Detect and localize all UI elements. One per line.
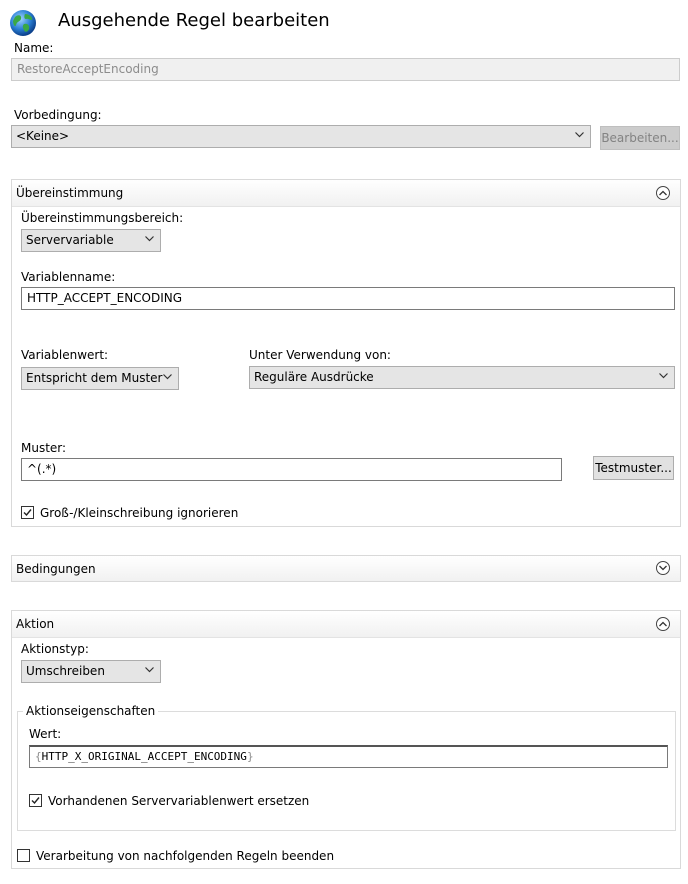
variable-value-select[interactable]: Entspricht dem Muster bbox=[21, 367, 179, 390]
action-type-label: Aktionstyp: bbox=[21, 642, 89, 656]
globe-icon bbox=[8, 8, 38, 38]
ignore-case-label: Groß-/Kleinschreibung ignorieren bbox=[40, 506, 239, 520]
variable-name-input[interactable]: HTTP_ACCEPT_ENCODING bbox=[21, 287, 675, 310]
value-text: HTTP_X_ORIGINAL_ACCEPT_ENCODING bbox=[41, 750, 247, 763]
checkmark-icon bbox=[31, 797, 40, 805]
pattern-input[interactable]: ^(.*) bbox=[21, 458, 562, 481]
chevron-down-icon bbox=[163, 374, 172, 380]
using-select-value: Reguläre Ausdrücke bbox=[254, 370, 374, 384]
using-label: Unter Verwendung von: bbox=[249, 348, 391, 362]
conditions-section-header[interactable]: Bedingungen bbox=[12, 556, 680, 581]
chevron-down-icon bbox=[575, 132, 584, 138]
action-section-title: Aktion bbox=[16, 617, 55, 631]
match-scope-select[interactable]: Servervariable bbox=[21, 229, 161, 252]
replace-value-checkbox[interactable] bbox=[29, 794, 42, 807]
variable-value-select-value: Entspricht dem Muster bbox=[26, 371, 163, 385]
collapse-icon[interactable] bbox=[656, 186, 670, 200]
conditions-section-title: Bedingungen bbox=[16, 562, 96, 576]
match-scope-label: Übereinstimmungsbereich: bbox=[21, 211, 184, 225]
ignore-case-checkbox[interactable] bbox=[21, 506, 34, 519]
using-select[interactable]: Reguläre Ausdrücke bbox=[249, 366, 675, 389]
precondition-label: Vorbedingung: bbox=[14, 108, 102, 122]
value-label: Wert: bbox=[29, 727, 62, 741]
stop-processing-label: Verarbeitung von nachfolgenden Regeln be… bbox=[36, 849, 335, 863]
stop-processing-checkbox[interactable] bbox=[17, 849, 30, 862]
expand-icon[interactable] bbox=[656, 561, 670, 575]
precondition-select-value: <Keine> bbox=[16, 129, 70, 143]
page-title: Ausgehende Regel bearbeiten bbox=[58, 10, 330, 31]
value-brace-close: } bbox=[246, 750, 254, 763]
name-label: Name: bbox=[14, 41, 54, 55]
match-scope-value: Servervariable bbox=[26, 233, 114, 247]
action-type-value: Umschreiben bbox=[26, 664, 105, 678]
variable-value-label: Variablenwert: bbox=[21, 348, 109, 362]
pattern-label: Muster: bbox=[21, 441, 67, 455]
action-type-select[interactable]: Umschreiben bbox=[21, 660, 161, 683]
chevron-down-icon bbox=[145, 236, 154, 242]
action-properties-group bbox=[17, 711, 676, 831]
test-pattern-button[interactable]: Testmuster... bbox=[593, 456, 674, 480]
precondition-select[interactable]: <Keine> bbox=[11, 125, 591, 148]
checkmark-icon bbox=[23, 509, 32, 517]
value-input[interactable]: {HTTP_X_ORIGINAL_ACCEPT_ENCODING} bbox=[29, 745, 668, 768]
replace-value-label: Vorhandenen Servervariablenwert ersetzen bbox=[48, 794, 310, 808]
chevron-down-icon bbox=[145, 667, 154, 673]
variable-name-label: Variablenname: bbox=[21, 270, 116, 284]
edit-precondition-button[interactable]: Bearbeiten... bbox=[600, 126, 680, 150]
conditions-section: Bedingungen bbox=[11, 555, 681, 582]
chevron-down-icon bbox=[659, 373, 668, 379]
action-properties-legend: Aktionseigenschaften bbox=[23, 704, 159, 718]
match-section-title: Übereinstimmung bbox=[16, 186, 124, 200]
value-brace-open: { bbox=[35, 750, 42, 763]
match-section-header[interactable]: Übereinstimmung bbox=[12, 180, 680, 207]
name-field[interactable]: RestoreAcceptEncoding bbox=[11, 58, 680, 81]
collapse-icon[interactable] bbox=[656, 617, 670, 631]
action-section-header[interactable]: Aktion bbox=[12, 611, 680, 638]
